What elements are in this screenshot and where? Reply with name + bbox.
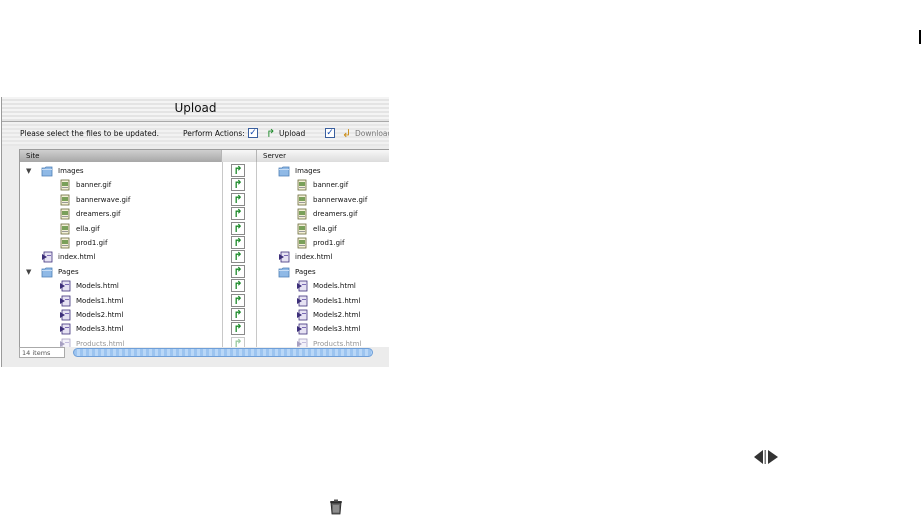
column-header-site[interactable]: Site <box>20 150 222 162</box>
trash-icon[interactable] <box>329 499 343 515</box>
upload-action-icon[interactable]: ↱ <box>231 192 245 206</box>
folder-icon <box>278 164 290 178</box>
site-file-name: Images <box>58 167 84 175</box>
upload-action-icon[interactable]: ↱ <box>231 279 245 293</box>
column-header-server[interactable]: Server <box>257 150 389 162</box>
image-file-icon <box>296 222 308 236</box>
site-file-name: Models1.html <box>76 296 124 305</box>
server-file-name: index.html <box>295 253 333 262</box>
image-file-icon <box>296 207 308 221</box>
image-file-icon <box>59 207 71 221</box>
site-file-name: index.html <box>58 253 96 262</box>
server-file-name: dreamers.gif <box>313 210 358 219</box>
server-file-name: Pages <box>295 267 316 276</box>
server-file-name: Images <box>295 167 321 175</box>
folder-icon <box>41 265 53 279</box>
upload-label: Upload <box>279 129 306 138</box>
download-arrow-icon: ↲ <box>342 127 352 140</box>
site-file-name: prod1.gif <box>76 239 108 247</box>
upload-window: Upload Please select the files to be upd… <box>1 97 389 367</box>
html-file-icon <box>296 308 308 322</box>
html-file-icon <box>278 250 290 264</box>
server-file-name: Models3.html <box>313 325 361 334</box>
image-file-icon <box>59 193 71 207</box>
site-file-name: Pages <box>58 267 79 276</box>
html-file-icon <box>296 279 308 293</box>
table-row[interactable]: Models3.html ↱ Models3.html <box>20 322 389 336</box>
download-checkbox[interactable]: ✓ <box>325 128 335 138</box>
server-file-name: Models1.html <box>313 296 361 305</box>
upload-action-icon[interactable]: ↱ <box>231 322 245 336</box>
item-count: 14 items <box>19 347 65 358</box>
image-file-icon <box>59 236 71 250</box>
server-file-name: ella.gif <box>313 224 337 233</box>
image-file-icon <box>59 178 71 192</box>
html-file-icon <box>296 294 308 308</box>
upload-action-icon[interactable]: ↱ <box>231 221 245 235</box>
html-file-icon <box>41 250 53 264</box>
image-file-icon <box>296 178 308 192</box>
table-row[interactable]: index.html ↱ index.html <box>20 250 389 264</box>
upload-action-icon[interactable]: ↱ <box>231 207 245 221</box>
disclosure-triangle-icon[interactable]: ▼ <box>26 167 31 175</box>
site-file-name: bannerwave.gif <box>76 195 131 204</box>
perform-actions-label: Perform Actions: <box>183 129 245 138</box>
html-file-icon <box>59 322 71 336</box>
title-bar[interactable]: Upload <box>2 97 389 122</box>
page-edge-mark <box>919 30 921 44</box>
upload-checkbox[interactable]: ✓ <box>248 128 258 138</box>
window-title: Upload <box>174 101 217 115</box>
table-row[interactable]: Models1.html ↱ Models1.html <box>20 293 389 308</box>
table-row[interactable]: bannerwave.gif ↱ bannerwave.gif <box>20 192 389 207</box>
horizontal-scrollbar[interactable] <box>73 348 373 357</box>
status-bar: 14 items <box>19 347 389 359</box>
table-row[interactable]: ▼ Images ↱ Images <box>20 164 389 178</box>
site-file-name: banner.gif <box>76 181 112 190</box>
left-right-arrows-icon[interactable] <box>752 449 780 465</box>
site-file-name: Models3.html <box>76 325 124 334</box>
upload-action-icon[interactable]: ↱ <box>231 308 245 321</box>
table-row[interactable]: dreamers.gif ↱ dreamers.gif <box>20 207 389 221</box>
upload-action-icon[interactable]: ↱ <box>231 250 245 264</box>
folder-icon <box>278 265 290 279</box>
upload-action-icon[interactable]: ↱ <box>231 293 245 307</box>
server-file-name: prod1.gif <box>313 239 345 247</box>
site-file-name: ella.gif <box>76 224 100 233</box>
instruction-text: Please select the files to be updated. <box>20 129 160 138</box>
image-file-icon <box>59 222 71 236</box>
upload-action-icon[interactable]: ↱ <box>231 264 245 278</box>
sync-file-list: Site Server ▼ Images ↱ Images banner.gif ↱ ban… <box>19 149 389 348</box>
upload-arrow-icon: ↱ <box>266 127 276 140</box>
disclosure-triangle-icon[interactable]: ▼ <box>26 268 31 276</box>
server-file-name: banner.gif <box>313 181 349 190</box>
html-file-icon <box>296 322 308 336</box>
image-file-icon <box>296 193 308 207</box>
html-file-icon <box>59 308 71 322</box>
table-row[interactable]: Models2.html ↱ Models2.html <box>20 308 389 322</box>
actions-bar: Please select the files to be updated. P… <box>2 122 389 146</box>
server-file-name: Models2.html <box>313 311 361 319</box>
site-file-name: Models.html <box>76 282 119 291</box>
table-row[interactable]: ▼ Pages ↱ Pages <box>20 264 389 279</box>
site-file-name: dreamers.gif <box>76 210 121 219</box>
server-file-name: bannerwave.gif <box>313 195 368 204</box>
html-file-icon <box>59 279 71 293</box>
table-row[interactable]: prod1.gif ↱ prod1.gif <box>20 236 389 250</box>
upload-action-icon[interactable]: ↱ <box>231 236 245 249</box>
upload-action-icon[interactable]: ↱ <box>231 178 245 192</box>
html-file-icon <box>59 294 71 308</box>
server-file-name: Models.html <box>313 282 356 291</box>
site-file-name: Models2.html <box>76 311 124 319</box>
folder-icon <box>41 164 53 178</box>
table-row[interactable]: ella.gif ↱ ella.gif <box>20 221 389 236</box>
table-row[interactable]: Models.html ↱ Models.html <box>20 279 389 293</box>
column-header-action[interactable] <box>222 150 257 162</box>
download-label: Download <box>355 129 389 138</box>
upload-action-icon[interactable]: ↱ <box>231 164 245 177</box>
table-row[interactable]: banner.gif ↱ banner.gif <box>20 178 389 192</box>
image-file-icon <box>296 236 308 250</box>
